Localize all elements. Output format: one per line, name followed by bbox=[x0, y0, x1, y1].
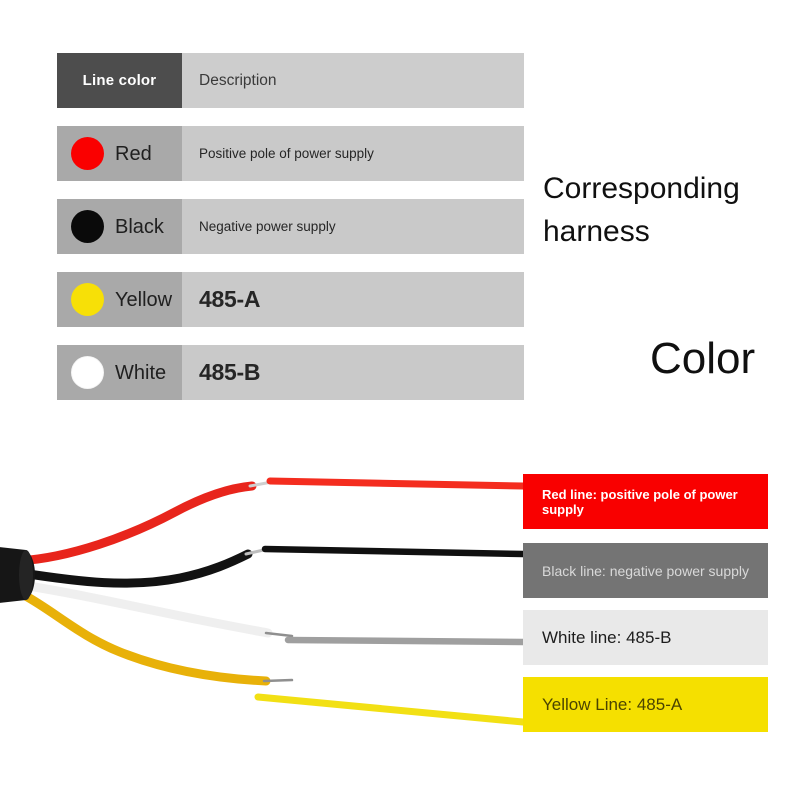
black-circle-icon bbox=[71, 210, 104, 243]
yellow-wire-strand bbox=[262, 678, 294, 683]
row-description-cell-yellow: 485-A bbox=[182, 272, 524, 327]
black-connector-line bbox=[261, 545, 527, 558]
legend-box-black: Black line: negative power supply bbox=[523, 543, 768, 598]
row-description-cell-black: Negative power supply bbox=[182, 199, 524, 254]
table-header-row: Line color Description bbox=[57, 53, 524, 108]
row-color-cell-red: Red bbox=[57, 126, 182, 181]
cable-jacket-end bbox=[19, 550, 33, 600]
table-row: White 485-B bbox=[57, 345, 524, 400]
legend-box-red: Red line: positive pole of power supply bbox=[523, 474, 768, 529]
row-description-cell-red: Positive pole of power supply bbox=[182, 126, 524, 181]
table-row: Black Negative power supply bbox=[57, 199, 524, 254]
legend-box-white: White line: 485-B bbox=[523, 610, 768, 665]
legend-label-red: Red line: positive pole of power supply bbox=[542, 486, 738, 517]
white-connector-line bbox=[284, 636, 527, 646]
row-color-cell-white: White bbox=[57, 345, 182, 400]
row-color-cell-yellow: Yellow bbox=[57, 272, 182, 327]
legend-label-yellow: Yellow Line: 485-A bbox=[542, 694, 683, 714]
description-red: Positive pole of power supply bbox=[199, 146, 374, 161]
heading-color: Color bbox=[650, 334, 756, 383]
color-name-yellow: Yellow bbox=[115, 288, 173, 311]
red-connector-line bbox=[266, 477, 527, 490]
color-name-black: Black bbox=[115, 215, 164, 238]
white-circle-icon bbox=[71, 356, 104, 389]
description-yellow: 485-A bbox=[199, 286, 261, 312]
header-label-description: Description bbox=[199, 71, 277, 89]
legend-box-yellow: Yellow Line: 485-A bbox=[523, 677, 768, 732]
color-name-red: Red bbox=[115, 142, 152, 165]
header-cell-description: Description bbox=[182, 53, 524, 108]
header-label-line-color: Line color bbox=[82, 72, 157, 89]
red-circle-icon bbox=[71, 137, 104, 170]
description-black: Negative power supply bbox=[199, 219, 336, 234]
white-wire bbox=[17, 580, 273, 638]
description-white: 485-B bbox=[199, 359, 261, 385]
table-row: Yellow 485-A bbox=[57, 272, 524, 327]
heading-corresponding-harness: Corresponding harness bbox=[543, 172, 740, 248]
color-name-white: White bbox=[115, 361, 167, 384]
legend-label-white: White line: 485-B bbox=[542, 627, 672, 647]
yellow-connector-line bbox=[254, 693, 527, 726]
header-cell-line-color: Line color bbox=[57, 53, 182, 108]
line-color-table: Line color Description Red Positive pole… bbox=[57, 53, 524, 418]
yellow-circle-icon bbox=[71, 283, 104, 316]
row-color-cell-black: Black bbox=[57, 199, 182, 254]
table-row: Red Positive pole of power supply bbox=[57, 126, 524, 181]
legend-label-black: Black line: negative power supply bbox=[542, 562, 750, 579]
row-description-cell-white: 485-B bbox=[182, 345, 524, 400]
red-wire bbox=[13, 481, 257, 566]
